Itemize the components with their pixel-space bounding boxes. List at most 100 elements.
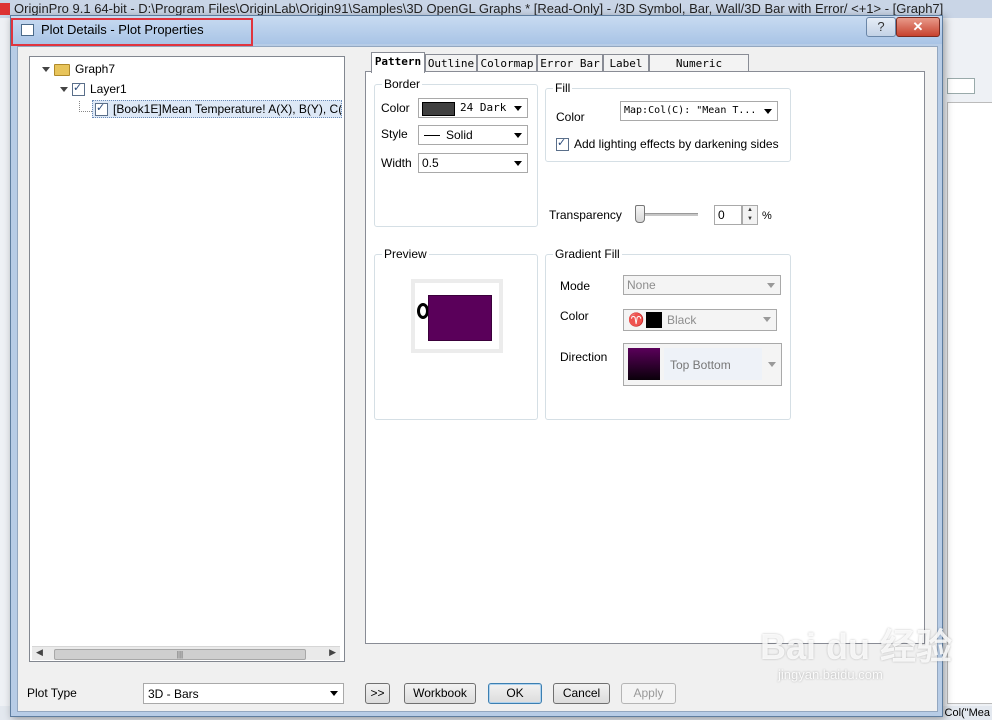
- expand-icon[interactable]: [42, 67, 50, 73]
- folder-icon: [54, 63, 70, 76]
- baidu-watermark: Bai du 经验: [760, 626, 953, 667]
- tab-outline[interactable]: Outline: [425, 54, 477, 72]
- transparency-spinner[interactable]: ▲ ▼: [742, 205, 758, 225]
- border-group: Border Color 24 Dark Style Solid Width 0…: [374, 77, 538, 227]
- scroll-right-icon[interactable]: ▶: [329, 647, 336, 658]
- tab-label[interactable]: Label: [603, 54, 649, 72]
- tab-numeric-formats[interactable]: Numeric Formats: [649, 54, 749, 87]
- app-combo[interactable]: [947, 78, 975, 94]
- gradient-color-select[interactable]: ♈ Black: [623, 309, 777, 331]
- border-color-value: 24 Dark: [460, 101, 507, 114]
- fill-group: Fill Color Map:Col(C): "Mean T... Add li…: [545, 81, 791, 162]
- border-width-label: Width: [381, 156, 412, 170]
- gradient-direction-select[interactable]: Top Bottom: [623, 343, 782, 386]
- transparency-value: 0: [718, 208, 725, 222]
- preview-bar: [428, 295, 492, 341]
- border-color-label: Color: [381, 101, 410, 115]
- border-color-select[interactable]: 24 Dark: [418, 98, 528, 118]
- gradient-fill-group: Gradient Fill Mode None Color ♈ Black Di…: [545, 247, 791, 420]
- expand-icon[interactable]: [60, 87, 68, 93]
- layer-checkbox[interactable]: [72, 81, 85, 97]
- gradient-mode-select[interactable]: None: [623, 275, 781, 295]
- gradient-direction-value: Top Bottom: [670, 358, 731, 372]
- border-width-select[interactable]: 0.5: [418, 153, 528, 173]
- apply-button[interactable]: Apply: [621, 683, 676, 704]
- origin-logo-icon: [0, 3, 10, 15]
- tree-item-label: Layer1: [90, 82, 127, 96]
- plot-details-dialog: Plot Details - Plot Properties ? ✕ Graph…: [10, 15, 943, 717]
- paint-bucket-icon: ♈: [628, 312, 645, 327]
- transparency-unit: %: [762, 210, 772, 222]
- preview-group: Preview: [374, 247, 538, 420]
- border-style-select[interactable]: Solid: [418, 125, 528, 145]
- chevron-down-icon: [330, 691, 338, 696]
- border-style-label: Style: [381, 127, 408, 141]
- tree-item-label: [Book1E]Mean Temperature! A(X), B(Y), C(…: [113, 102, 342, 116]
- gradient-mode-value: None: [627, 278, 656, 292]
- baidu-watermark-url: jingyan.baidu.com: [778, 667, 883, 682]
- fill-color-value: Map:Col(C): "Mean T...: [624, 105, 757, 116]
- lighting-checkbox[interactable]: [556, 136, 569, 152]
- tab-pattern[interactable]: Pattern: [371, 52, 425, 73]
- plot-checkbox[interactable]: [95, 101, 108, 117]
- chevron-down-icon: [514, 161, 522, 166]
- workbook-button[interactable]: Workbook: [404, 683, 476, 704]
- transparency-slider-thumb[interactable]: [635, 205, 645, 223]
- scroll-thumb[interactable]: |||: [54, 649, 306, 660]
- tree-item-layer[interactable]: Layer1: [60, 81, 127, 97]
- spin-up-icon[interactable]: ▲: [743, 206, 757, 215]
- chevron-down-icon: [768, 362, 776, 367]
- line-sample-icon: [424, 135, 440, 136]
- more-button[interactable]: >>: [365, 683, 390, 704]
- fill-group-label: Fill: [553, 81, 573, 95]
- plot-type-label: Plot Type: [27, 686, 77, 700]
- chevron-down-icon: [767, 283, 775, 288]
- tree-item-label: Graph7: [75, 62, 116, 76]
- tree-item-plot[interactable]: [Book1E]Mean Temperature! A(X), B(Y), C(…: [92, 100, 342, 119]
- transparency-slider-track[interactable]: [638, 213, 698, 216]
- scroll-left-icon[interactable]: ◀: [36, 647, 43, 658]
- fill-color-label: Color: [556, 110, 585, 124]
- tab-colormap[interactable]: Colormap: [477, 54, 537, 72]
- lighting-checkbox-row[interactable]: Add lighting effects by darkening sides: [556, 136, 779, 152]
- app-title: OriginPro 9.1 64-bit - D:\Program Files\…: [14, 1, 944, 16]
- plot-tree[interactable]: Graph7 Layer1 [Book1E]Mean Temperature! …: [29, 56, 345, 662]
- color-swatch: [646, 312, 662, 328]
- transparency-label: Transparency: [549, 208, 622, 222]
- pattern-tab-panel: Border Color 24 Dark Style Solid Width 0…: [365, 71, 925, 644]
- tab-error-bar[interactable]: Error Bar: [537, 54, 603, 72]
- tree-horizontal-scrollbar[interactable]: ◀ ||| ▶: [32, 646, 340, 660]
- border-style-value: Solid: [446, 128, 473, 142]
- status-text: Col("Mea: [944, 707, 990, 719]
- app-right-panel: [943, 18, 992, 720]
- cancel-button[interactable]: Cancel: [553, 683, 610, 704]
- chevron-down-icon: [764, 109, 772, 114]
- border-width-value: 0.5: [422, 156, 439, 170]
- gradient-mode-label: Mode: [560, 279, 591, 293]
- title-highlight-box: [11, 18, 253, 46]
- gradient-color-value: Black: [667, 313, 697, 327]
- gradient-color-label: Color: [560, 309, 589, 323]
- border-group-label: Border: [382, 77, 423, 91]
- preview-canvas: [411, 279, 503, 353]
- tree-connector: [79, 101, 92, 112]
- color-swatch: [422, 102, 455, 116]
- gradient-direction-label: Direction: [560, 350, 608, 364]
- gradient-group-label: Gradient Fill: [553, 247, 622, 261]
- chevron-down-icon: [514, 133, 522, 138]
- help-button[interactable]: ?: [866, 17, 896, 37]
- dialog-client: Graph7 Layer1 [Book1E]Mean Temperature! …: [17, 46, 938, 712]
- app-workspace: [947, 102, 992, 704]
- dialog-titlebar[interactable]: Plot Details - Plot Properties ? ✕: [11, 16, 942, 46]
- preview-group-label: Preview: [382, 247, 429, 261]
- close-button[interactable]: ✕: [896, 17, 940, 37]
- tree-item-graph[interactable]: Graph7: [42, 62, 115, 76]
- spin-down-icon[interactable]: ▼: [743, 215, 757, 224]
- ok-button[interactable]: OK: [488, 683, 542, 704]
- plot-type-select[interactable]: 3D - Bars: [143, 683, 344, 704]
- lighting-label: Add lighting effects by darkening sides: [574, 137, 779, 151]
- plot-type-value: 3D - Bars: [148, 687, 199, 701]
- chevron-down-icon: [514, 106, 522, 111]
- transparency-input[interactable]: 0: [714, 205, 742, 225]
- fill-color-select[interactable]: Map:Col(C): "Mean T...: [620, 101, 778, 121]
